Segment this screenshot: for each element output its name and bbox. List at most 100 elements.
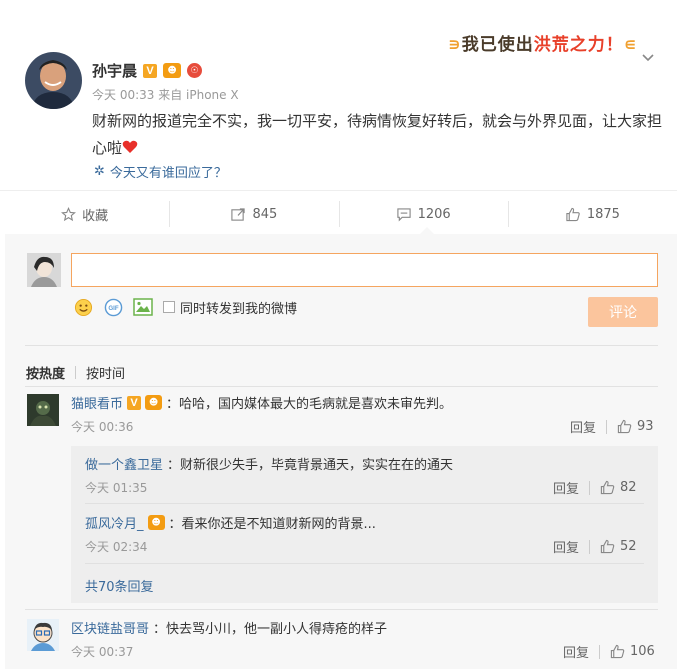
reply-button[interactable]: 回复 <box>553 537 579 556</box>
reply-username[interactable]: 孤风冷月_ <box>85 513 144 532</box>
post-banner: ∍我已使出洪荒之力！∊ <box>448 30 638 55</box>
comment-like-button[interactable]: 106 <box>610 644 655 659</box>
more-replies-link[interactable]: 共70条回复 <box>85 576 154 595</box>
comment-like-count: 93 <box>637 419 654 434</box>
weibo-post: 孙宇晨 V ☻ ☉ 今天 00:33 来自 iPhone X 财新网的报道完全不… <box>0 0 677 190</box>
favorite-button[interactable]: 收藏 <box>0 197 169 231</box>
member-badge-icon[interactable]: ☻ <box>145 395 163 410</box>
reply-like-count: 52 <box>620 539 637 554</box>
comment-time: 今天 00:37 <box>71 645 134 659</box>
star-icon <box>61 206 77 221</box>
repost-button[interactable]: 845 <box>169 197 338 231</box>
reply-time: 今天 02:34 <box>85 540 148 554</box>
verified-v-icon[interactable]: V <box>143 63 158 78</box>
gif-icon[interactable]: GIF <box>103 297 123 317</box>
image-icon[interactable] <box>133 297 153 317</box>
comment-avatar[interactable] <box>27 619 59 651</box>
reply-button[interactable]: 回复 <box>553 478 579 497</box>
like-count: 1875 <box>586 206 620 222</box>
thumbs-up-icon <box>600 480 615 495</box>
comment-avatar[interactable] <box>27 394 59 426</box>
thumbs-up-icon <box>610 644 625 659</box>
submit-comment-button[interactable]: 评论 <box>588 297 658 327</box>
sort-by-hot-tab[interactable]: 按热度 <box>26 363 65 382</box>
reply-divider <box>85 503 644 504</box>
reply-text: ：财新很少失手，毕竟背景通天，实实在在的通天 <box>167 458 454 473</box>
comment-text: ：快去骂小川，他一副小人得痔疮的样子 <box>153 622 388 637</box>
reply-line: 做一个鑫卫星 ：财新很少失手，毕竟背景通天，实实在在的通天 <box>85 454 453 473</box>
ops-separator <box>599 644 601 659</box>
topic-text: 今天又有谁回应了？ <box>109 166 227 181</box>
current-user-avatar[interactable] <box>27 253 61 287</box>
reply-like-button[interactable]: 52 <box>600 539 637 554</box>
thumbs-up-icon <box>566 207 580 221</box>
reply-like-button[interactable]: 82 <box>600 480 637 495</box>
ops-separator <box>589 539 591 554</box>
post-meta: 今天 00:33 来自 iPhone X <box>92 88 239 102</box>
comment-line: 区块链盐哥哥 ：快去骂小川，他一副小人得痔疮的样子 <box>71 618 387 637</box>
reply-text: ：看来你还是不知道财新网的背景... <box>168 517 376 532</box>
repost-checkbox[interactable]: 同时转发到我的微博 <box>163 298 297 317</box>
heart-emoji-icon <box>122 140 138 153</box>
verified-v-icon[interactable]: V <box>127 395 142 410</box>
repost-icon <box>231 207 246 221</box>
sort-divider-top <box>25 345 658 346</box>
member-badge-icon[interactable]: ☻ <box>147 515 165 530</box>
banner-text-end: 之力！ <box>569 35 624 55</box>
comment-input[interactable] <box>71 253 658 287</box>
reply-ops: 回复 52 <box>553 537 637 556</box>
chevron-down-icon[interactable] <box>640 50 656 66</box>
comment-like-button[interactable]: 93 <box>617 419 654 434</box>
reply-button[interactable]: 回复 <box>563 642 589 661</box>
action-bar: 收藏 845 1206 1875 <box>0 197 677 231</box>
thumbs-up-icon <box>600 539 615 554</box>
banner-highlight: 洪荒 <box>533 35 570 55</box>
post-content: 财新网的报道完全不实，我一切平安，待病情恢复好转后，就会与外界见面，让大家担心啦 <box>92 108 662 162</box>
banner-text: 我已使出 <box>461 35 534 55</box>
sort-by-time-tab[interactable]: 按时间 <box>86 363 125 382</box>
banner-right-icon: ∊ <box>623 35 638 55</box>
reply-username[interactable]: 做一个鑫卫星 <box>85 454 163 473</box>
reply-ops: 回复 82 <box>553 478 637 497</box>
reply-line: 孤风冷月_ ☻ ：看来你还是不知道财新网的背景... <box>85 513 376 532</box>
sort-separator <box>75 366 77 379</box>
comment-like-count: 106 <box>630 644 655 659</box>
actions-divider <box>0 190 677 191</box>
reply-divider <box>85 563 644 564</box>
reply-button[interactable]: 回复 <box>570 417 596 436</box>
favorite-label: 收藏 <box>82 208 109 224</box>
comment-divider <box>25 609 658 610</box>
comment-line: 猫眼看币 V ☻ ：哈哈，国内媒体最大的毛病就是喜欢未审先判。 <box>71 393 452 412</box>
sort-divider-bottom <box>25 386 658 387</box>
comment-ops: 回复 106 <box>563 642 655 661</box>
comment-text: ：哈哈，国内媒体最大的毛病就是喜欢未审先判。 <box>166 397 453 412</box>
svg-text:GIF: GIF <box>108 305 118 312</box>
member-badge-icon[interactable]: ☻ <box>163 63 182 78</box>
comment-button[interactable]: 1206 <box>338 197 508 231</box>
post-text: 财新网的报道完全不实，我一切平安，待病情恢复好转后，就会与外界见面，让大家担心啦 <box>92 112 663 157</box>
sort-tabs: 按热度 按时间 <box>26 363 125 382</box>
author-avatar[interactable] <box>25 52 82 109</box>
ops-separator <box>589 480 591 495</box>
composer-tools: GIF 同时转发到我的微博 <box>73 297 297 317</box>
author-name[interactable]: 孙宇晨 <box>92 60 137 81</box>
thumbs-up-icon <box>617 419 632 434</box>
repost-count: 845 <box>252 206 278 222</box>
comment-time: 今天 00:36 <box>71 420 134 434</box>
comment-username[interactable]: 区块链盐哥哥 <box>71 618 149 637</box>
comment-ops: 回复 93 <box>570 417 654 436</box>
reply-like-count: 82 <box>620 480 637 495</box>
comments-pointer <box>420 227 434 234</box>
red-badge-icon[interactable]: ☉ <box>187 63 203 78</box>
author-line: 孙宇晨 V ☻ ☉ <box>92 60 203 81</box>
like-button[interactable]: 1875 <box>507 197 677 231</box>
ops-separator <box>606 419 608 434</box>
emoji-icon[interactable] <box>73 297 93 317</box>
topic-link[interactable]: ✲ 今天又有谁回应了？ <box>94 162 227 181</box>
comment-icon <box>396 207 411 221</box>
reply-time: 今天 01:35 <box>85 481 148 495</box>
banner-left-icon: ∍ <box>448 35 462 55</box>
snowflake-icon: ✲ <box>94 164 105 179</box>
comment-username[interactable]: 猫眼看币 <box>71 393 123 412</box>
checkbox-box[interactable] <box>163 301 175 313</box>
